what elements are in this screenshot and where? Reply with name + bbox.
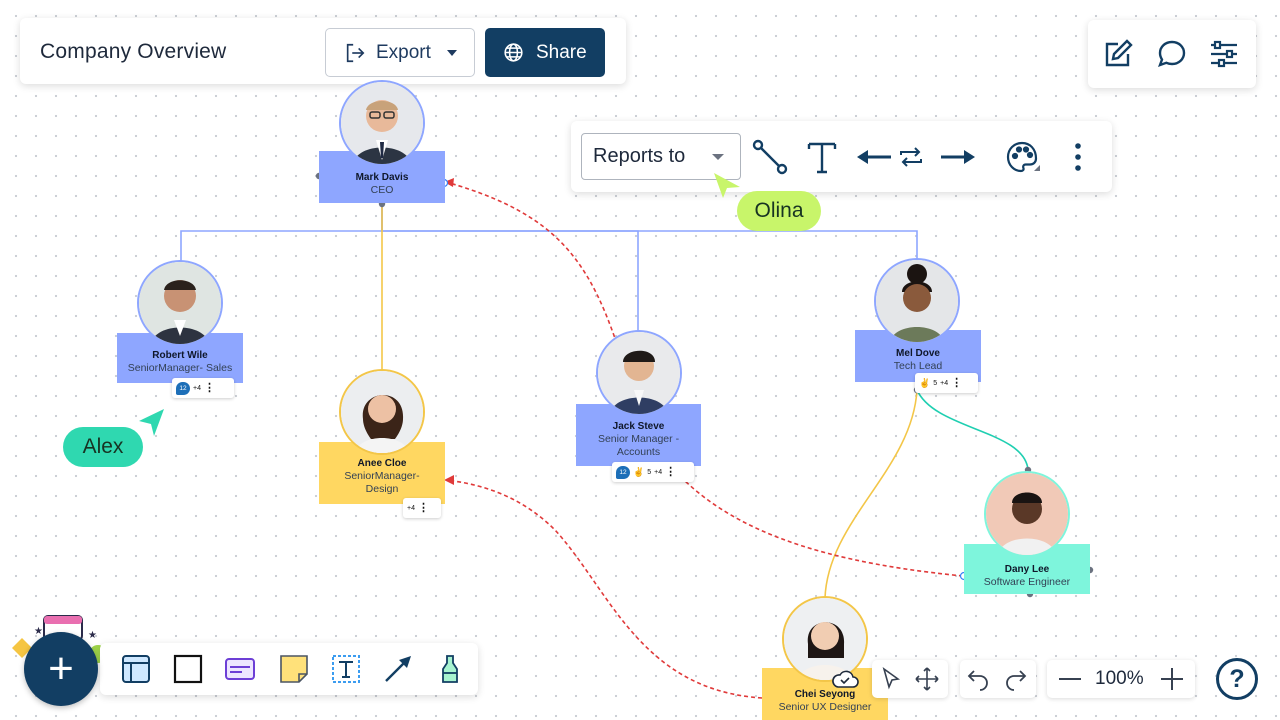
olina-cursor-pointer-icon [714, 173, 740, 198]
comment-count-badge[interactable]: 12 [616, 465, 630, 479]
avatar-dany-lee[interactable] [984, 471, 1070, 557]
top-right-tools [1088, 20, 1256, 88]
avatar-mel-dove[interactable] [874, 258, 960, 344]
help-icon: ? [1229, 664, 1245, 693]
text-box-icon[interactable] [330, 653, 362, 685]
svg-text:★: ★ [88, 630, 97, 641]
settings-sliders-icon[interactable] [1208, 38, 1240, 70]
add-button[interactable]: + [24, 632, 98, 706]
reaction-count: 5 [647, 468, 652, 476]
document-title[interactable]: Company Overview [40, 40, 226, 64]
plus-icon: + [48, 644, 74, 693]
comment-count-badge[interactable]: 12 [176, 381, 190, 395]
connector-toolbar: Reports to [571, 121, 1112, 192]
node-role: SeniorManager- Sales [127, 362, 233, 374]
reports-line-chei-anee [445, 479, 763, 699]
avatar-robert-wile[interactable] [137, 260, 223, 346]
chevron-down-icon [446, 49, 457, 56]
line-ceo-jack [381, 204, 639, 332]
more-count[interactable]: +4 [654, 469, 662, 476]
node-name: Robert Wile [152, 350, 208, 361]
more-count[interactable]: +4 [407, 505, 415, 512]
marker-icon[interactable] [434, 653, 466, 685]
node-role-line1: Senior Manager - [597, 432, 680, 445]
node-name: Mel Dove [896, 348, 940, 359]
relation-select-value: Reports to [593, 145, 686, 167]
text-icon[interactable] [803, 138, 841, 176]
node-role-line1: SeniorManager- [344, 469, 420, 482]
olina-cursor-label: Olina [737, 191, 821, 231]
anee-meta-bar: +4 ⋮ [403, 498, 441, 518]
zoom-in-icon[interactable] [1159, 666, 1185, 692]
reaction-count: 5 [933, 379, 938, 387]
zoom-level: 100% [1095, 668, 1144, 689]
export-icon [346, 43, 365, 62]
sticky-note-icon[interactable] [278, 653, 310, 685]
share-label: Share [536, 41, 587, 63]
line-ceo-mel [381, 204, 918, 262]
rectangle-icon[interactable] [172, 653, 204, 685]
edit-icon[interactable] [1102, 38, 1134, 70]
alex-cursor-pointer-icon [139, 409, 164, 436]
node-menu-icon[interactable]: ⋮ [951, 378, 962, 389]
alex-cursor-label: Alex [63, 427, 143, 467]
peace-hand-icon[interactable]: ✌ [919, 378, 930, 389]
move-icon[interactable] [914, 666, 940, 692]
node-menu-icon[interactable]: ⋮ [665, 467, 676, 478]
cursor-mode-tools [872, 660, 948, 698]
card-icon[interactable] [224, 653, 256, 685]
cloud-sync-icon [832, 670, 859, 688]
export-button[interactable]: Export [325, 28, 475, 77]
arrow-left-icon[interactable] [855, 138, 893, 176]
palette-icon[interactable] [1003, 138, 1041, 176]
avatar-jack-steve[interactable] [596, 330, 682, 416]
more-count[interactable]: +4 [193, 385, 201, 392]
node-role-line2: Accounts [616, 445, 661, 458]
zoom-out-icon[interactable] [1057, 667, 1083, 691]
help-button[interactable]: ? [1216, 658, 1258, 700]
arrow-icon[interactable] [382, 653, 414, 685]
export-label: Export [376, 41, 431, 63]
line-ceo-robert [180, 204, 383, 262]
peace-hand-icon[interactable]: ✌ [633, 467, 644, 478]
top-bar: Company Overview Export Share [20, 18, 626, 84]
comment-icon[interactable] [1156, 38, 1188, 70]
node-name: Anee Cloe [357, 457, 407, 469]
frame-icon[interactable] [120, 653, 152, 685]
history-tools [960, 660, 1036, 698]
node-role-line2: Design [365, 482, 399, 495]
redo-icon[interactable] [1002, 666, 1028, 692]
share-button[interactable]: Share [485, 28, 605, 77]
svg-text:★: ★ [34, 626, 43, 637]
zoom-controls: 100% [1047, 660, 1195, 698]
node-role: Software Engineer [983, 576, 1071, 588]
avatar-mark-davis[interactable] [339, 80, 425, 166]
swap-icon[interactable] [896, 138, 926, 176]
jack-meta-bar: 12 ✌ 5 +4 ⋮ [612, 462, 694, 482]
robert-meta-bar: 12 +4 ⋮ [172, 378, 234, 398]
node-name: Chei Seyong [794, 689, 856, 700]
line-mel-dany [916, 389, 1029, 471]
node-role: CEO [370, 184, 394, 196]
chevron-down-icon [712, 154, 724, 160]
reports-arrowhead-anee [444, 475, 454, 485]
more-count[interactable]: +4 [940, 380, 948, 387]
globe-icon [504, 43, 523, 62]
line-mel-chei [824, 389, 918, 599]
node-name: Dany Lee [1004, 564, 1050, 575]
pointer-cursor-icon[interactable] [878, 666, 904, 692]
node-role: Tech Lead [893, 360, 943, 372]
node-menu-icon[interactable]: ⋮ [204, 383, 215, 394]
node-role: Senior UX Designer [778, 701, 872, 713]
mel-meta-bar: ✌ 5 +4 ⋮ [915, 373, 978, 393]
arrow-right-icon[interactable] [939, 138, 977, 176]
node-menu-icon[interactable]: ⋮ [418, 503, 429, 514]
more-icon[interactable] [1061, 138, 1096, 176]
avatar-anee-cloe[interactable] [339, 369, 425, 455]
bottom-toolbar [100, 643, 478, 695]
node-name: Jack Steve [612, 420, 665, 432]
node-name: Mark Davis [355, 172, 409, 183]
connector-icon[interactable] [751, 138, 789, 176]
undo-icon[interactable] [966, 666, 992, 692]
